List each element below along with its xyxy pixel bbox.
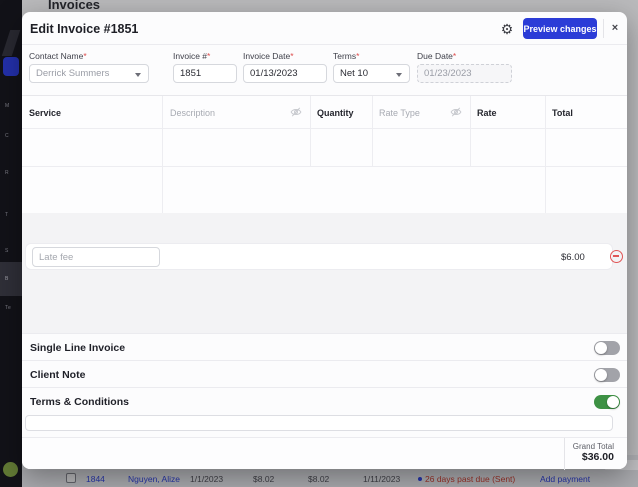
client-note-label: Client Note bbox=[30, 369, 85, 381]
single-line-invoice-label: Single Line Invoice bbox=[30, 342, 125, 354]
late-fee-section: $6.00 bbox=[22, 213, 627, 333]
screen: Invoices M C R T S B Te 1844 Nguyen, Ali… bbox=[0, 0, 638, 487]
toggle-knob bbox=[607, 396, 619, 408]
late-fee-input[interactable] bbox=[32, 247, 160, 267]
terms-field: Terms* Net 10 bbox=[333, 51, 410, 83]
toggle-knob bbox=[595, 369, 607, 381]
rate-column-header: Rate bbox=[477, 108, 497, 118]
invoice-number-field: Invoice #* 1851 bbox=[173, 51, 237, 83]
terms-select[interactable]: Net 10 bbox=[333, 64, 410, 83]
due-date-input: 01/23/2023 bbox=[417, 64, 512, 83]
contact-name-select[interactable]: Derrick Summers bbox=[29, 64, 149, 83]
client-note-row: Client Note bbox=[22, 360, 627, 387]
eye-off-icon bbox=[290, 106, 302, 118]
due-date-label: Due Date* bbox=[417, 51, 512, 61]
total-column-header: Total bbox=[552, 108, 573, 118]
invoice-number-label: Invoice #* bbox=[173, 51, 237, 61]
column-divider bbox=[310, 96, 311, 166]
grand-total-value: $36.00 bbox=[565, 451, 614, 463]
close-icon[interactable]: × bbox=[607, 20, 623, 36]
contact-name-label: Contact Name* bbox=[29, 51, 149, 61]
chevron-down-icon bbox=[135, 73, 141, 77]
contact-name-field: Contact Name* Derrick Summers bbox=[29, 51, 149, 83]
settings-gear-icon[interactable]: ⚙ bbox=[498, 20, 516, 38]
late-fee-total: $6.00 bbox=[561, 252, 585, 263]
column-divider bbox=[162, 96, 163, 214]
preview-changes-button[interactable]: Preview changes bbox=[523, 18, 597, 39]
grand-total-box: Grand Total $36.00 bbox=[564, 438, 627, 470]
modal-title: Edit Invoice #1851 bbox=[30, 22, 138, 36]
column-divider bbox=[545, 96, 546, 214]
grand-total-label: Grand Total bbox=[565, 442, 614, 451]
invoice-date-input[interactable]: 01/13/2023 bbox=[243, 64, 327, 83]
invoice-number-input[interactable]: 1851 bbox=[173, 64, 237, 83]
header-divider bbox=[603, 19, 604, 38]
modal-footer: Grand Total $36.00 bbox=[22, 437, 627, 469]
table-divider bbox=[22, 166, 627, 167]
single-line-invoice-row: Single Line Invoice bbox=[22, 333, 627, 360]
invoice-date-label: Invoice Date* bbox=[243, 51, 327, 61]
line-items-table: Service Description Quantity Rate Type R… bbox=[22, 95, 627, 213]
chevron-down-icon bbox=[396, 73, 402, 77]
terms-label: Terms* bbox=[333, 51, 410, 61]
due-date-field: Due Date* 01/23/2023 bbox=[417, 51, 512, 83]
invoice-date-field: Invoice Date* 01/13/2023 bbox=[243, 51, 327, 83]
single-line-invoice-toggle[interactable] bbox=[594, 341, 620, 355]
toggle-knob bbox=[595, 342, 607, 354]
late-fee-card: $6.00 bbox=[25, 243, 613, 270]
edit-invoice-modal: Edit Invoice #1851 ⚙ Preview changes × C… bbox=[22, 12, 627, 469]
terms-conditions-input[interactable] bbox=[25, 415, 613, 431]
column-divider bbox=[372, 96, 373, 166]
service-column-header: Service bbox=[29, 108, 61, 118]
remove-late-fee-icon[interactable] bbox=[610, 250, 623, 263]
eye-off-icon bbox=[450, 106, 462, 118]
quantity-column-header: Quantity bbox=[317, 108, 354, 118]
terms-conditions-label: Terms & Conditions bbox=[30, 396, 129, 408]
description-column-header: Description bbox=[170, 108, 215, 118]
terms-conditions-toggle[interactable] bbox=[594, 395, 620, 409]
modal-header: Edit Invoice #1851 ⚙ Preview changes × bbox=[22, 12, 627, 45]
table-divider bbox=[22, 128, 627, 129]
rate-type-column-header: Rate Type bbox=[379, 108, 420, 118]
column-divider bbox=[470, 96, 471, 166]
client-note-toggle[interactable] bbox=[594, 368, 620, 382]
